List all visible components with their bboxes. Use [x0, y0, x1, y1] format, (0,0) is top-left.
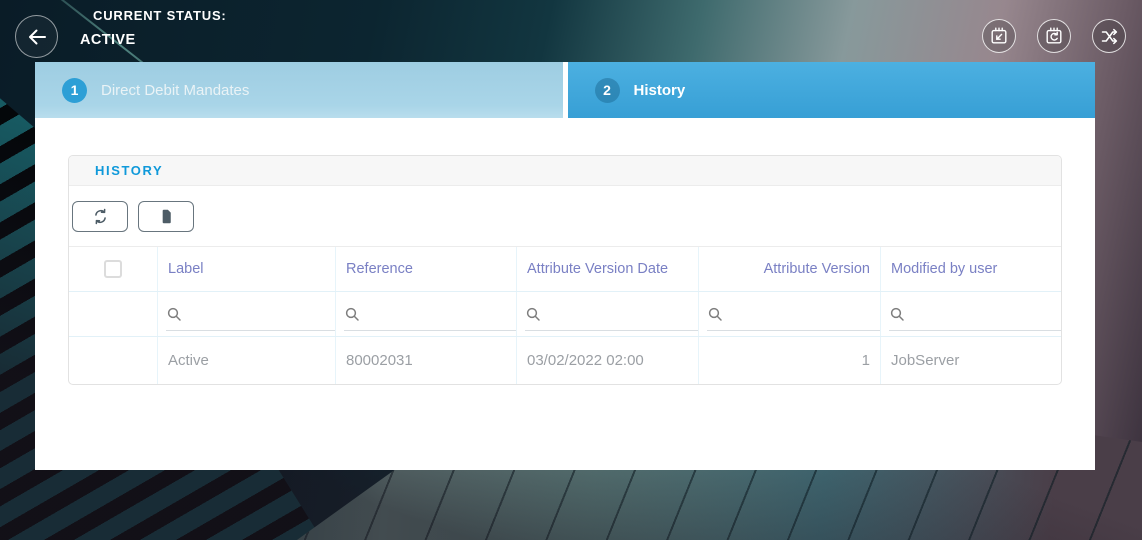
app-header: CURRENT STATUS: ACTIVE: [0, 0, 1142, 62]
document-icon: [158, 208, 175, 225]
current-status-label: CURRENT STATUS:: [93, 8, 227, 23]
history-panel: HISTORY Label Reference Attribute Versio…: [68, 155, 1062, 385]
select-all-checkbox[interactable]: [104, 260, 122, 278]
filter-cell-reference: [335, 292, 516, 336]
column-header-attribute-version[interactable]: Attribute Version: [698, 247, 880, 291]
select-all-cell: [69, 247, 157, 291]
column-header-modified-by-user[interactable]: Modified by user: [880, 247, 1061, 291]
cell-modified-by-user: JobServer: [880, 337, 1061, 384]
table-header-row: Label Reference Attribute Version Date A…: [69, 247, 1061, 292]
header-actions: [982, 19, 1126, 53]
search-icon: [525, 306, 541, 322]
filter-input-modified-by-user[interactable]: [909, 300, 1061, 328]
cell-attribute-version-date: 03/02/2022 02:00: [516, 337, 698, 384]
filter-input-label[interactable]: [186, 300, 335, 328]
export-card-icon: [989, 26, 1009, 46]
shuffle-button[interactable]: [1092, 19, 1126, 53]
card-refresh-icon: [1044, 26, 1064, 46]
main-content-area: 1 Direct Debit Mandates 2 History HISTOR…: [35, 62, 1095, 470]
row-select-cell: [69, 337, 157, 384]
tab-label: History: [633, 81, 686, 99]
column-header-reference[interactable]: Reference: [335, 247, 516, 291]
tab-history[interactable]: 2 History: [567, 62, 1095, 118]
filter-cell-label: [157, 292, 335, 336]
table-row[interactable]: Active 80002031 03/02/2022 02:00 1 JobSe…: [69, 337, 1061, 384]
filter-input-attribute-version-date[interactable]: [545, 300, 698, 328]
filter-empty-cell: [69, 292, 157, 336]
filter-cell-attribute-version-date: [516, 292, 698, 336]
cell-reference: 80002031: [335, 337, 516, 384]
tab-direct-debit-mandates[interactable]: 1 Direct Debit Mandates: [35, 62, 563, 118]
filter-cell-modified-by-user: [880, 292, 1061, 336]
search-icon: [707, 306, 723, 322]
table-filter-row: [69, 292, 1061, 337]
filter-input-attribute-version[interactable]: [727, 300, 880, 328]
back-button[interactable]: [15, 15, 58, 58]
screen: CURRENT STATUS: ACTIVE 1 Direct Debit Ma…: [0, 0, 1142, 540]
search-icon: [344, 306, 360, 322]
arrow-left-icon: [26, 26, 48, 48]
cell-label: Active: [157, 337, 335, 384]
tab-label: Direct Debit Mandates: [101, 81, 250, 99]
current-status: CURRENT STATUS: ACTIVE: [80, 8, 227, 48]
refresh-button[interactable]: [72, 201, 128, 232]
history-panel-header: HISTORY: [69, 156, 1061, 186]
document-button[interactable]: [138, 201, 194, 232]
tab-number-badge: 2: [594, 77, 620, 103]
shuffle-icon: [1100, 27, 1119, 46]
cell-attribute-version: 1: [698, 337, 880, 384]
search-icon: [166, 306, 182, 322]
history-toolbar: [69, 186, 1061, 247]
step-tabs: 1 Direct Debit Mandates 2 History: [35, 62, 1095, 118]
card-refresh-button[interactable]: [1037, 19, 1071, 53]
tab-number-badge: 1: [62, 77, 87, 103]
current-status-value: ACTIVE: [80, 32, 136, 48]
column-header-attribute-version-date[interactable]: Attribute Version Date: [516, 247, 698, 291]
panel-title: HISTORY: [95, 163, 164, 178]
column-header-label[interactable]: Label: [157, 247, 335, 291]
filter-cell-attribute-version: [698, 292, 880, 336]
refresh-icon: [92, 208, 109, 225]
search-icon: [889, 306, 905, 322]
filter-input-reference[interactable]: [364, 300, 516, 328]
export-card-button[interactable]: [982, 19, 1016, 53]
